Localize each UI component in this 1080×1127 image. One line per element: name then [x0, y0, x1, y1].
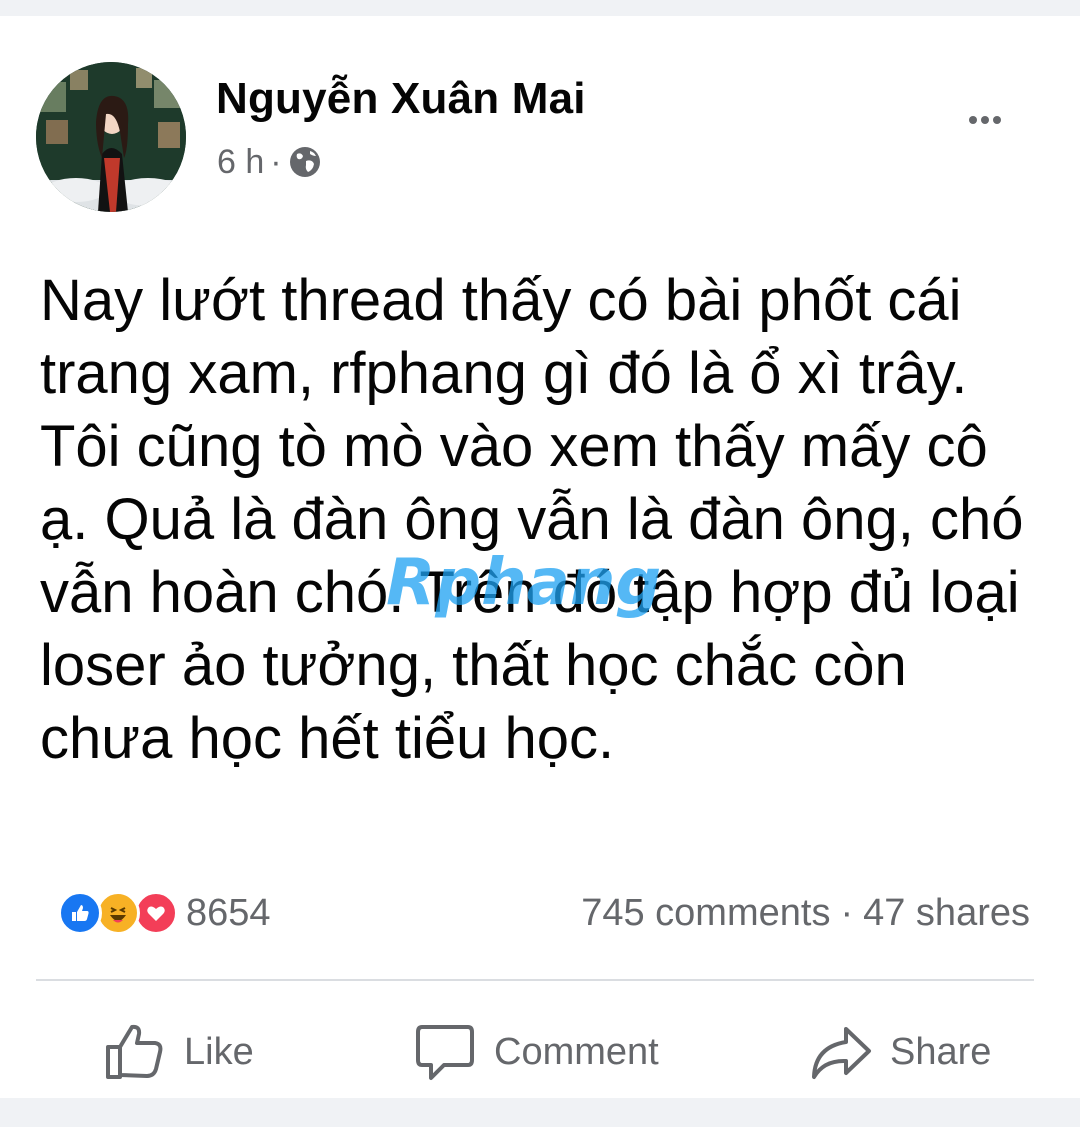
thumbs-up-icon: [106, 1024, 163, 1079]
meta-separator: ·: [270, 142, 282, 181]
haha-reaction-icon: [96, 891, 140, 935]
author-name[interactable]: Nguyễn Xuân Mai: [216, 74, 586, 124]
comments-count-link[interactable]: 745 comments: [581, 892, 830, 935]
reactions-summary[interactable]: 8654: [58, 884, 271, 942]
like-reaction-icon: [58, 891, 102, 935]
divider: [36, 979, 1034, 981]
comment-icon: [416, 1025, 474, 1080]
shares-count-link[interactable]: 47 shares: [863, 892, 1030, 935]
comment-button[interactable]: Comment: [414, 1014, 659, 1090]
share-button[interactable]: Share: [810, 1014, 991, 1090]
more-options-button[interactable]: [958, 100, 1012, 140]
comment-label: Comment: [494, 1030, 659, 1073]
post-card: Nguyễn Xuân Mai 6 h · Nay lướt thread th…: [0, 16, 1080, 1098]
share-arrow-icon: [812, 1027, 871, 1079]
globe-icon: [288, 145, 322, 179]
avatar-photo: [36, 62, 186, 212]
ellipsis-icon: [969, 116, 1001, 124]
share-label: Share: [890, 1030, 992, 1073]
reaction-icons: [58, 891, 180, 935]
engagement-stats: 745 comments · 47 shares: [581, 884, 1030, 942]
avatar[interactable]: [36, 62, 186, 212]
like-button[interactable]: Like: [104, 1014, 254, 1090]
like-label: Like: [184, 1030, 254, 1073]
love-reaction-icon: [134, 891, 178, 935]
post-text: Nay lướt thread thấy có bài phốt cái tra…: [40, 268, 1024, 771]
stats-separator: ·: [840, 891, 854, 934]
post-time[interactable]: 6 h: [217, 143, 264, 182]
reaction-count: 8654: [186, 891, 271, 934]
post-meta: 6 h ·: [217, 140, 322, 184]
